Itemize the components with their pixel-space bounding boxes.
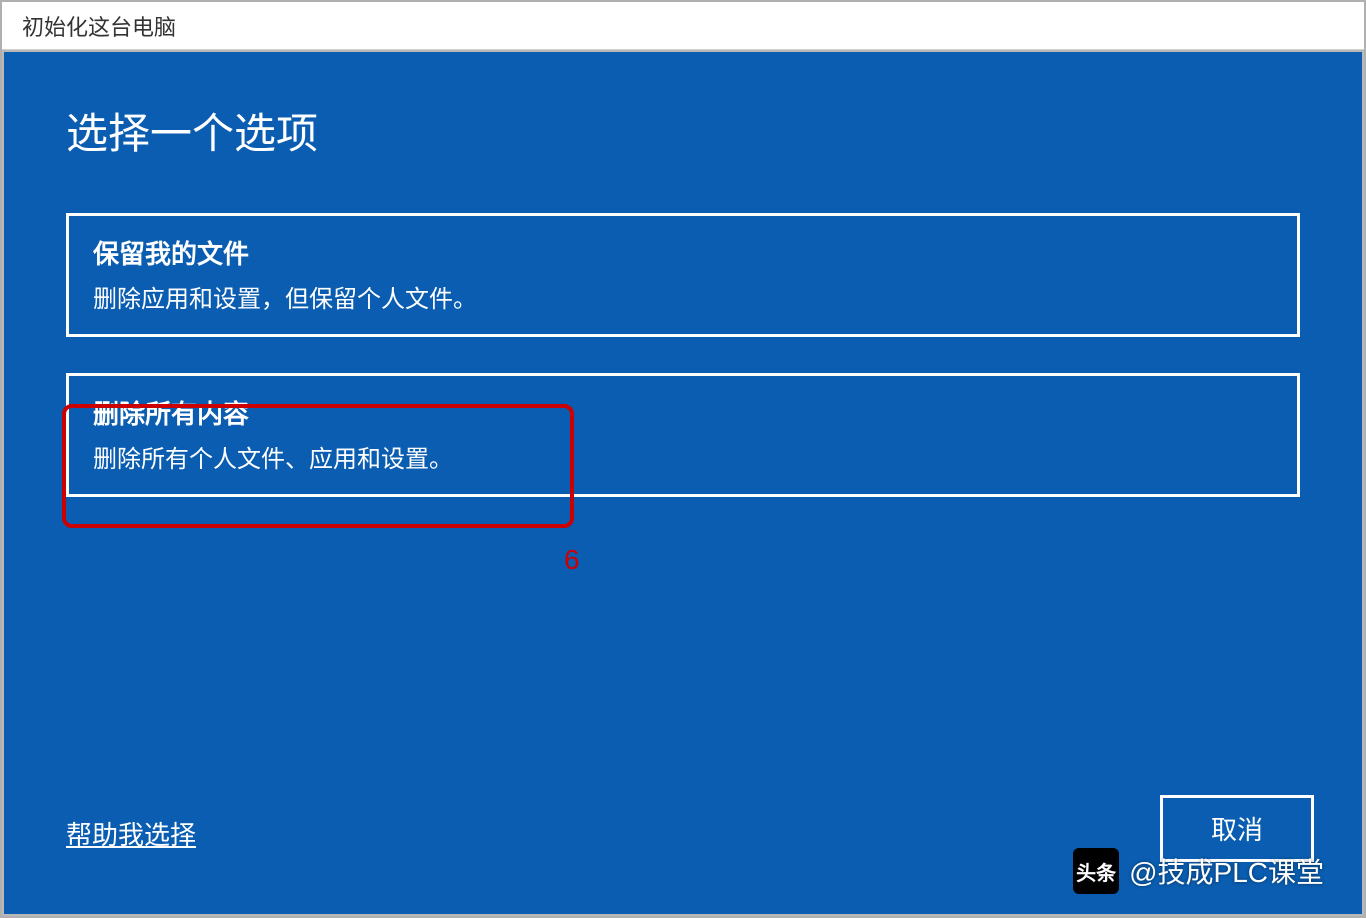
- titlebar: 初始化这台电脑: [2, 2, 1364, 50]
- page-heading: 选择一个选项: [66, 100, 1300, 161]
- option-remove-everything-title: 删除所有内容: [93, 394, 1273, 431]
- option-keep-files-description: 删除应用和设置，但保留个人文件。: [93, 279, 1273, 314]
- watermark-icon: 头条: [1073, 848, 1119, 894]
- annotation-number: 6: [564, 544, 580, 576]
- option-remove-everything[interactable]: 删除所有内容 删除所有个人文件、应用和设置。: [66, 373, 1300, 497]
- content-area: 选择一个选项 保留我的文件 删除应用和设置，但保留个人文件。 删除所有内容 删除…: [2, 50, 1364, 916]
- help-link[interactable]: 帮助我选择: [66, 815, 196, 852]
- window-title: 初始化这台电脑: [22, 10, 176, 42]
- option-keep-files[interactable]: 保留我的文件 删除应用和设置，但保留个人文件。: [66, 213, 1300, 337]
- option-keep-files-title: 保留我的文件: [93, 234, 1273, 271]
- inner-content: 选择一个选项 保留我的文件 删除应用和设置，但保留个人文件。 删除所有内容 删除…: [4, 52, 1362, 914]
- cancel-button[interactable]: 取消: [1160, 795, 1314, 862]
- option-remove-everything-description: 删除所有个人文件、应用和设置。: [93, 439, 1273, 474]
- dialog-window: 初始化这台电脑 选择一个选项 保留我的文件 删除应用和设置，但保留个人文件。 删…: [0, 0, 1366, 918]
